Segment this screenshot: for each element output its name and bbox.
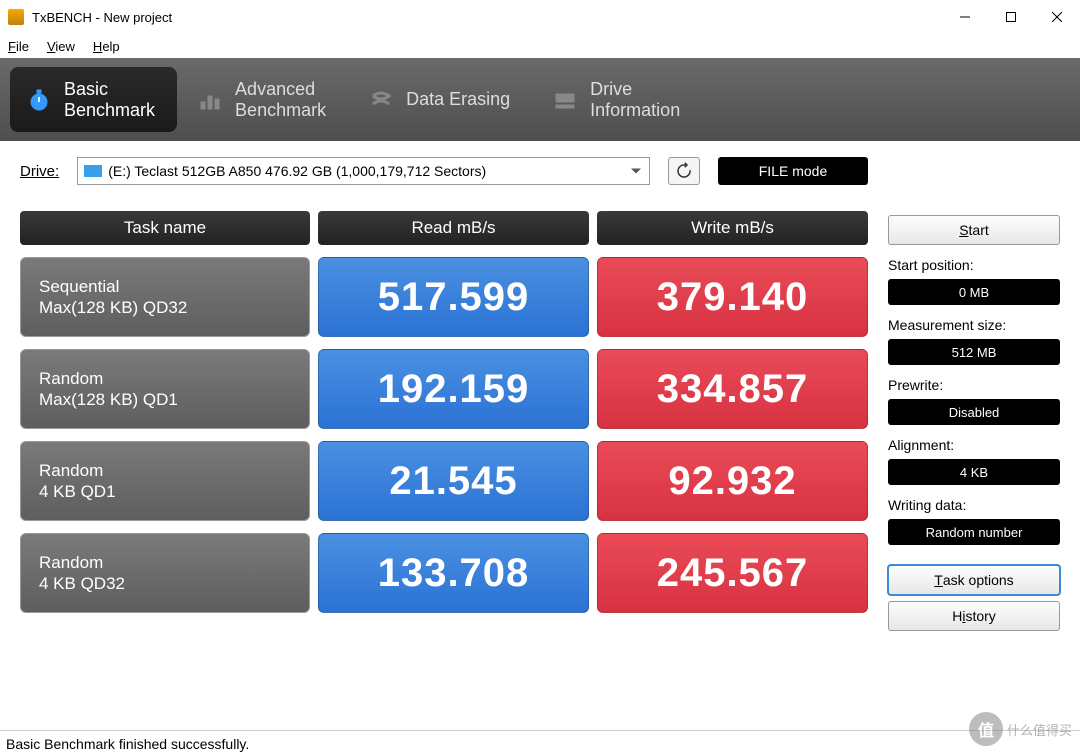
side-panel: Start Start position: 0 MB Measurement s… <box>888 157 1060 730</box>
prewrite-value[interactable]: Disabled <box>888 399 1060 425</box>
measurement-size-label: Measurement size: <box>888 317 1060 333</box>
drive-selected-text: (E:) Teclast 512GB A850 476.92 GB (1,000… <box>108 163 486 179</box>
drive-icon <box>552 87 578 113</box>
refresh-button[interactable] <box>668 157 700 185</box>
drive-label: Drive: <box>20 163 59 180</box>
header-write: Write mB/s <box>597 211 868 245</box>
title-bar: TxBENCH - New project <box>0 0 1080 34</box>
alignment-value[interactable]: 4 KB <box>888 459 1060 485</box>
write-value: 334.857 <box>597 349 868 429</box>
status-text: Basic Benchmark finished successfully. <box>6 736 249 752</box>
tab-advanced-benchmark[interactable]: AdvancedBenchmark <box>181 67 348 132</box>
tab-data-erasing[interactable]: Data Erasing <box>352 67 532 132</box>
tab-label: Data Erasing <box>406 89 510 110</box>
write-value: 379.140 <box>597 257 868 337</box>
tab-basic-benchmark[interactable]: BasicBenchmark <box>10 67 177 132</box>
history-button[interactable]: History <box>888 601 1060 631</box>
disk-icon <box>84 165 102 177</box>
minimize-button[interactable] <box>942 2 988 32</box>
table-row: Random 4 KB QD32 133.708 245.567 <box>20 533 868 613</box>
menu-bar: File View Help <box>0 34 1080 58</box>
task-options-button[interactable]: Task options <box>888 565 1060 595</box>
write-value: 245.567 <box>597 533 868 613</box>
status-bar: Basic Benchmark finished successfully. <box>0 730 1080 756</box>
menu-view[interactable]: View <box>47 39 75 54</box>
task-cell[interactable]: Sequential Max(128 KB) QD32 <box>20 257 310 337</box>
writing-data-label: Writing data: <box>888 497 1060 513</box>
results-table: Task name Read mB/s Write mB/s Sequentia… <box>20 211 868 625</box>
watermark-text: 什么值得买 <box>1007 720 1072 739</box>
erase-icon <box>368 87 394 113</box>
watermark-badge: 值 <box>969 712 1003 746</box>
read-value: 133.708 <box>318 533 589 613</box>
read-value: 192.159 <box>318 349 589 429</box>
maximize-button[interactable] <box>988 2 1034 32</box>
tab-label: AdvancedBenchmark <box>235 79 326 120</box>
window-title: TxBENCH - New project <box>32 10 172 25</box>
drive-row: Drive: (E:) Teclast 512GB A850 476.92 GB… <box>20 157 868 185</box>
bars-icon <box>197 87 223 113</box>
tab-drive-information[interactable]: DriveInformation <box>536 67 702 132</box>
write-value: 92.932 <box>597 441 868 521</box>
start-position-label: Start position: <box>888 257 1060 273</box>
table-row: Random Max(128 KB) QD1 192.159 334.857 <box>20 349 868 429</box>
main-panel: Drive: (E:) Teclast 512GB A850 476.92 GB… <box>0 141 1080 730</box>
table-row: Sequential Max(128 KB) QD32 517.599 379.… <box>20 257 868 337</box>
drive-select[interactable]: (E:) Teclast 512GB A850 476.92 GB (1,000… <box>77 157 650 185</box>
tab-strip: BasicBenchmark AdvancedBenchmark Data Er… <box>0 58 1080 141</box>
read-value: 517.599 <box>318 257 589 337</box>
menu-help[interactable]: Help <box>93 39 120 54</box>
task-cell[interactable]: Random Max(128 KB) QD1 <box>20 349 310 429</box>
task-cell[interactable]: Random 4 KB QD1 <box>20 441 310 521</box>
writing-data-value[interactable]: Random number <box>888 519 1060 545</box>
prewrite-label: Prewrite: <box>888 377 1060 393</box>
tab-label: BasicBenchmark <box>64 79 155 120</box>
close-button[interactable] <box>1034 2 1080 32</box>
table-row: Random 4 KB QD1 21.545 92.932 <box>20 441 868 521</box>
file-mode-button[interactable]: FILE mode <box>718 157 868 185</box>
stopwatch-icon <box>26 87 52 113</box>
start-position-value[interactable]: 0 MB <box>888 279 1060 305</box>
header-task: Task name <box>20 211 310 245</box>
header-read: Read mB/s <box>318 211 589 245</box>
watermark: 值 什么值得买 <box>969 712 1072 746</box>
read-value: 21.545 <box>318 441 589 521</box>
menu-file[interactable]: File <box>8 39 29 54</box>
start-button[interactable]: Start <box>888 215 1060 245</box>
measurement-size-value[interactable]: 512 MB <box>888 339 1060 365</box>
app-icon <box>8 9 24 25</box>
tab-label: DriveInformation <box>590 79 680 120</box>
task-cell[interactable]: Random 4 KB QD32 <box>20 533 310 613</box>
alignment-label: Alignment: <box>888 437 1060 453</box>
